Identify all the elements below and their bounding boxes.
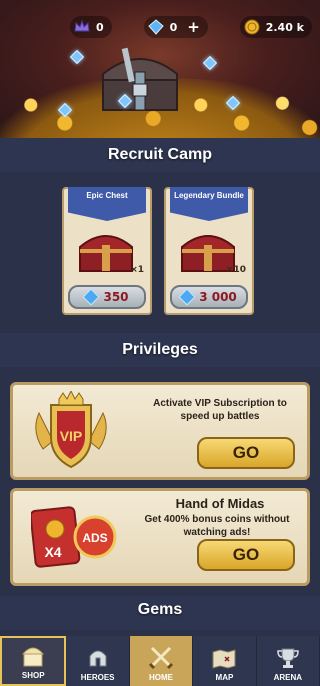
vip-description: Activate VIP Subscription to speed up ba… — [153, 398, 287, 422]
red-chest-icon — [79, 235, 133, 272]
x4-label: X4 — [44, 544, 61, 560]
nav-shop[interactable]: SHOP — [0, 636, 67, 686]
chest-multiplier: ×1 — [130, 265, 144, 275]
chest-multiplier: ×10 — [225, 265, 246, 275]
crossed-swords-icon — [148, 646, 174, 670]
nav-map[interactable]: MAP — [193, 636, 257, 686]
legendary-bundle-card[interactable]: Legendary Bundle ×10 3 000 — [164, 187, 254, 315]
nav-heroes[interactable]: HEROES — [66, 636, 130, 686]
nav-arena[interactable]: ARENA — [257, 636, 320, 686]
gem-count: 0 — [169, 20, 178, 34]
coin-counter[interactable]: 2.40 k — [239, 16, 312, 38]
ads-label: ADS — [82, 531, 107, 545]
resource-bar: 0 0 + 2.40 k — [0, 14, 320, 40]
gem-icon — [178, 288, 196, 306]
gem-icon — [202, 55, 218, 71]
chest-price: 350 — [103, 290, 129, 304]
buy-legendary-bundle-button[interactable]: 3 000 — [170, 285, 248, 309]
gem-icon — [82, 288, 100, 306]
nav-label: HEROES — [80, 673, 115, 682]
nav-label: ARENA — [273, 673, 303, 682]
vip-subscription-card[interactable]: VIP Activate VIP Subscription to speed u… — [10, 382, 310, 480]
crown-icon — [74, 19, 90, 32]
nav-label: MAP — [215, 673, 234, 682]
midas-title: Hand of Midas — [175, 496, 265, 511]
trophy-icon — [277, 648, 299, 668]
hand-of-midas-card[interactable]: X4 ADS Hand of Midas Get 400% bonus coin… — [10, 488, 310, 586]
gem-icon — [147, 19, 164, 35]
crown-counter[interactable]: 0 — [70, 16, 112, 38]
add-gems-button[interactable]: + — [187, 18, 200, 36]
coin-count: 2.40 k — [265, 20, 304, 34]
nav-home[interactable]: HOME — [129, 636, 194, 686]
crown-count: 0 — [96, 20, 104, 34]
helmet-icon — [89, 650, 107, 667]
vip-shield-icon: VIP — [35, 391, 107, 469]
midas-go-button[interactable]: GO — [197, 539, 295, 571]
chest-name: Epic Chest — [68, 187, 146, 221]
chest-price: 3 000 — [199, 290, 237, 304]
shop-icon — [22, 647, 45, 667]
map-icon — [212, 649, 236, 669]
coin-icon — [244, 19, 260, 35]
chest-name: Legendary Bundle — [170, 187, 248, 221]
epic-chest-card[interactable]: Epic Chest ×1 350 — [62, 187, 152, 315]
bottom-navigation: SHOP HEROES HOME MAP ARENA — [0, 636, 320, 686]
midas-description: Get 400% bonus coins without watching ad… — [144, 514, 290, 538]
recruit-camp-title: Recruit Camp — [107, 146, 213, 163]
buy-epic-chest-button[interactable]: 350 — [68, 285, 146, 309]
privileges-title: Privileges — [122, 341, 198, 358]
nav-label: HOME — [149, 673, 174, 682]
gem-counter[interactable]: 0 + — [143, 16, 208, 38]
vip-badge-text: VIP — [60, 428, 83, 444]
gems-title: Gems — [137, 601, 183, 618]
vip-go-button[interactable]: GO — [197, 437, 295, 469]
treasure-chest-art — [102, 47, 178, 111]
gem-icon — [69, 49, 85, 65]
midas-cards-icon: X4 ADS — [31, 506, 117, 568]
nav-label: SHOP — [21, 671, 45, 680]
